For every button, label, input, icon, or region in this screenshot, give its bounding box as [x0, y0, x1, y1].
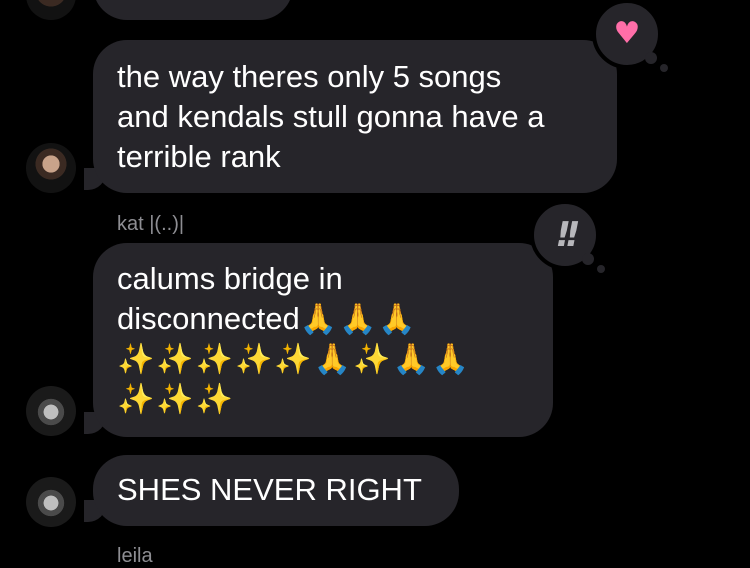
message-bubble-partial[interactable] — [93, 0, 293, 20]
reaction-tail — [660, 64, 668, 72]
message-text: terrible rank — [117, 139, 281, 174]
chat-screen: { "messages": [ { "lines": ["the way the… — [0, 0, 750, 567]
message-bubble[interactable]: calums bridge in disconnected🙏🙏🙏 ✨✨✨✨✨🙏✨… — [93, 243, 553, 437]
exclamation-icon: !! — [555, 215, 580, 255]
heart-icon: ♥ — [613, 16, 641, 51]
avatar[interactable] — [26, 477, 76, 527]
message-text-part: disconnected — [117, 301, 300, 336]
message-text: SHES NEVER RIGHT — [117, 472, 422, 507]
pray-emoji: 🙏🙏🙏 — [299, 302, 418, 337]
message-bubble[interactable]: SHES NEVER RIGHT — [93, 455, 459, 526]
avatar[interactable] — [26, 386, 76, 436]
emoji-line: ✨✨✨ — [117, 382, 236, 417]
reaction-tail — [582, 253, 594, 265]
emoji-line: ✨✨✨✨✨🙏✨🙏🙏 — [117, 342, 472, 377]
sender-name-partial: leila — [117, 545, 153, 567]
message-text: disconnected🙏🙏🙏 — [117, 299, 529, 340]
message-bubble[interactable]: the way theres only 5 songs and kendals … — [93, 40, 617, 193]
avatar[interactable] — [26, 143, 76, 193]
message-text: the way theres only 5 songs — [117, 59, 502, 94]
sender-name: kat |(..)| — [117, 213, 185, 235]
reaction-tail — [645, 52, 657, 64]
message-text: and kendals stull gonna have a — [117, 99, 545, 134]
reaction-tail — [597, 265, 605, 273]
avatar[interactable] — [26, 0, 76, 20]
message-text: calums bridge in — [117, 261, 343, 296]
